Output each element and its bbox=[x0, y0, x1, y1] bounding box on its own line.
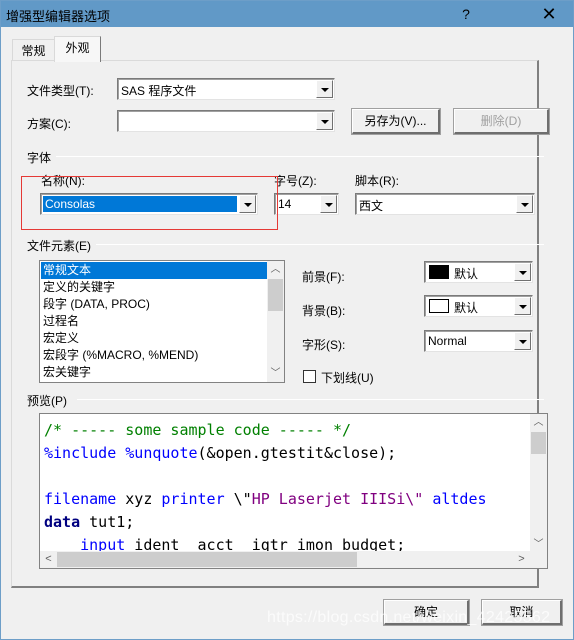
code-line: %include %unquote(&open.gtestit&close); bbox=[44, 442, 487, 465]
underline-checkbox[interactable] bbox=[303, 370, 316, 383]
foreground-select[interactable]: 默认 bbox=[424, 261, 533, 283]
background-value: 默认 bbox=[454, 301, 479, 315]
list-item[interactable]: 常规文本 bbox=[41, 262, 269, 279]
tab-appearance[interactable]: 外观 bbox=[54, 36, 101, 62]
font-size-label: 字号(Z): bbox=[274, 174, 317, 188]
style-label: 字形(S): bbox=[302, 338, 346, 352]
font-size-value: 14 bbox=[278, 197, 292, 211]
scroll-thumb[interactable] bbox=[531, 432, 546, 454]
code-token: (&open.gtestit&close); bbox=[197, 444, 397, 462]
title-bar: 增强型编辑器选项 ? ✕ bbox=[1, 1, 573, 27]
help-button[interactable]: ? bbox=[451, 3, 481, 25]
chevron-down-icon[interactable] bbox=[514, 297, 531, 315]
font-name-label: 名称(N): bbox=[41, 174, 85, 188]
file-type-label: 文件类型(T): bbox=[27, 84, 94, 98]
file-elements-label: 文件元素(E) bbox=[27, 239, 91, 253]
code-line: filename xyz printer \"HP Laserjet IIISi… bbox=[44, 488, 487, 511]
font-name-select[interactable]: Consolas bbox=[40, 193, 258, 215]
delete-button[interactable]: 删除(D) bbox=[453, 108, 550, 135]
file-type-value: SAS 程序文件 bbox=[121, 84, 197, 98]
script-value: 西文 bbox=[359, 199, 384, 213]
code-token: xyz bbox=[116, 490, 162, 508]
font-group-label: 字体 bbox=[27, 151, 52, 165]
code-token: tut1; bbox=[80, 513, 135, 531]
code-token: HP Laserjet IIISi\" bbox=[251, 490, 424, 508]
font-name-value: Consolas bbox=[43, 196, 237, 212]
file-elements-list[interactable]: 常规文本 定义的关键字 段字 (DATA, PROC) 过程名 宏定义 宏段字 … bbox=[39, 260, 285, 383]
code-token: %unquote bbox=[125, 444, 198, 462]
underline-label: 下划线(U) bbox=[321, 371, 374, 385]
chevron-down-icon[interactable] bbox=[316, 112, 333, 130]
list-item[interactable]: 宏段字 (%MACRO, %MEND) bbox=[41, 347, 269, 364]
background-label: 背景(B): bbox=[302, 304, 346, 318]
list-item[interactable]: 宏关键字 bbox=[41, 364, 269, 381]
foreground-label: 前景(F): bbox=[302, 270, 345, 284]
scroll-thumb[interactable] bbox=[268, 279, 283, 311]
code-token: data bbox=[44, 513, 81, 531]
chevron-down-icon[interactable] bbox=[316, 80, 333, 98]
list-item[interactable]: 定义的关键字 bbox=[41, 279, 269, 296]
preview-vertical-scrollbar[interactable]: ︿ ﹀ bbox=[530, 414, 547, 553]
list-scrollbar[interactable]: ︿ ﹀ bbox=[267, 261, 284, 382]
list-item[interactable]: 段字 (DATA, PROC) bbox=[41, 296, 269, 313]
script-label: 脚本(R): bbox=[355, 174, 399, 188]
chevron-down-icon[interactable] bbox=[514, 263, 531, 281]
preview-divider bbox=[77, 399, 544, 400]
code-token: altdes bbox=[432, 490, 487, 508]
chevron-down-icon[interactable] bbox=[516, 195, 533, 213]
script-select[interactable]: 西文 bbox=[355, 193, 535, 215]
list-item[interactable]: 过程名 bbox=[41, 313, 269, 330]
color-swatch-black bbox=[429, 265, 449, 279]
preview-horizontal-scrollbar[interactable]: < > bbox=[40, 551, 530, 568]
code-token: /* ----- some sample code ----- */ bbox=[44, 421, 352, 439]
chevron-down-icon[interactable] bbox=[514, 332, 531, 350]
color-swatch-white bbox=[429, 299, 449, 313]
chevron-down-icon[interactable] bbox=[320, 195, 337, 213]
code-line: /* ----- some sample code ----- */ bbox=[44, 419, 487, 442]
tab-general[interactable]: 常规 bbox=[12, 39, 55, 61]
scroll-thumb[interactable] bbox=[57, 552, 357, 567]
scroll-up-icon[interactable]: ︿ bbox=[267, 261, 284, 278]
preview-label: 预览(P) bbox=[27, 394, 67, 408]
style-value: Normal bbox=[428, 334, 467, 348]
dialog-title: 增强型编辑器选项 bbox=[6, 9, 111, 24]
editor-options-dialog: 增强型编辑器选项 ? ✕ 常规 外观 文件类型(T): SAS 程序文件 方案(… bbox=[0, 0, 574, 640]
scroll-up-icon[interactable]: ︿ bbox=[530, 414, 547, 431]
code-token: %include bbox=[44, 444, 117, 462]
save-as-button[interactable]: 另存为(V)... bbox=[351, 108, 441, 135]
file-elements-divider bbox=[96, 244, 544, 245]
file-type-select[interactable]: SAS 程序文件 bbox=[117, 78, 335, 100]
style-select[interactable]: Normal bbox=[424, 330, 533, 352]
code-line: data tut1; bbox=[44, 511, 487, 534]
scheme-select[interactable] bbox=[117, 110, 335, 132]
scroll-corner bbox=[530, 551, 547, 568]
scroll-right-icon[interactable]: > bbox=[513, 551, 530, 568]
chevron-down-icon[interactable] bbox=[239, 195, 256, 213]
list-item[interactable]: 宏定义 bbox=[41, 330, 269, 347]
close-button[interactable]: ✕ bbox=[533, 3, 565, 25]
preview-code: /* ----- some sample code ----- */ %inclu… bbox=[44, 419, 487, 557]
background-select[interactable]: 默认 bbox=[424, 295, 533, 317]
code-token: filename bbox=[44, 490, 117, 508]
code-token: printer bbox=[161, 490, 225, 508]
watermark: https://blog.csdn.net/weixin_42425562 bbox=[267, 609, 551, 626]
scroll-left-icon[interactable]: < bbox=[40, 551, 57, 568]
font-group-divider bbox=[56, 156, 544, 157]
scroll-down-icon[interactable]: ﹀ bbox=[267, 365, 284, 382]
preview-pane[interactable]: /* ----- some sample code ----- */ %inclu… bbox=[39, 413, 548, 569]
code-token: \" bbox=[224, 490, 252, 508]
font-size-select[interactable]: 14 bbox=[274, 193, 339, 215]
foreground-value: 默认 bbox=[454, 267, 479, 281]
scheme-label: 方案(C): bbox=[27, 117, 71, 131]
